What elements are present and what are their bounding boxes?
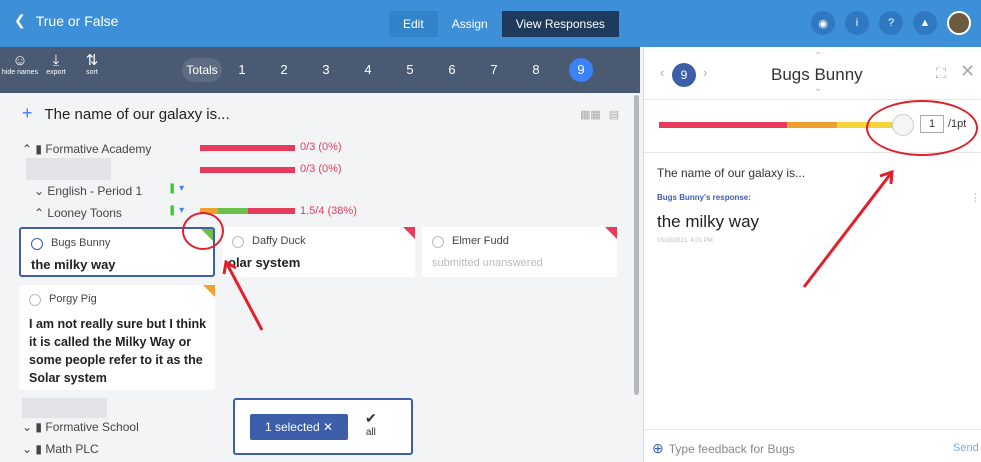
annotation-arrows xyxy=(222,169,894,331)
